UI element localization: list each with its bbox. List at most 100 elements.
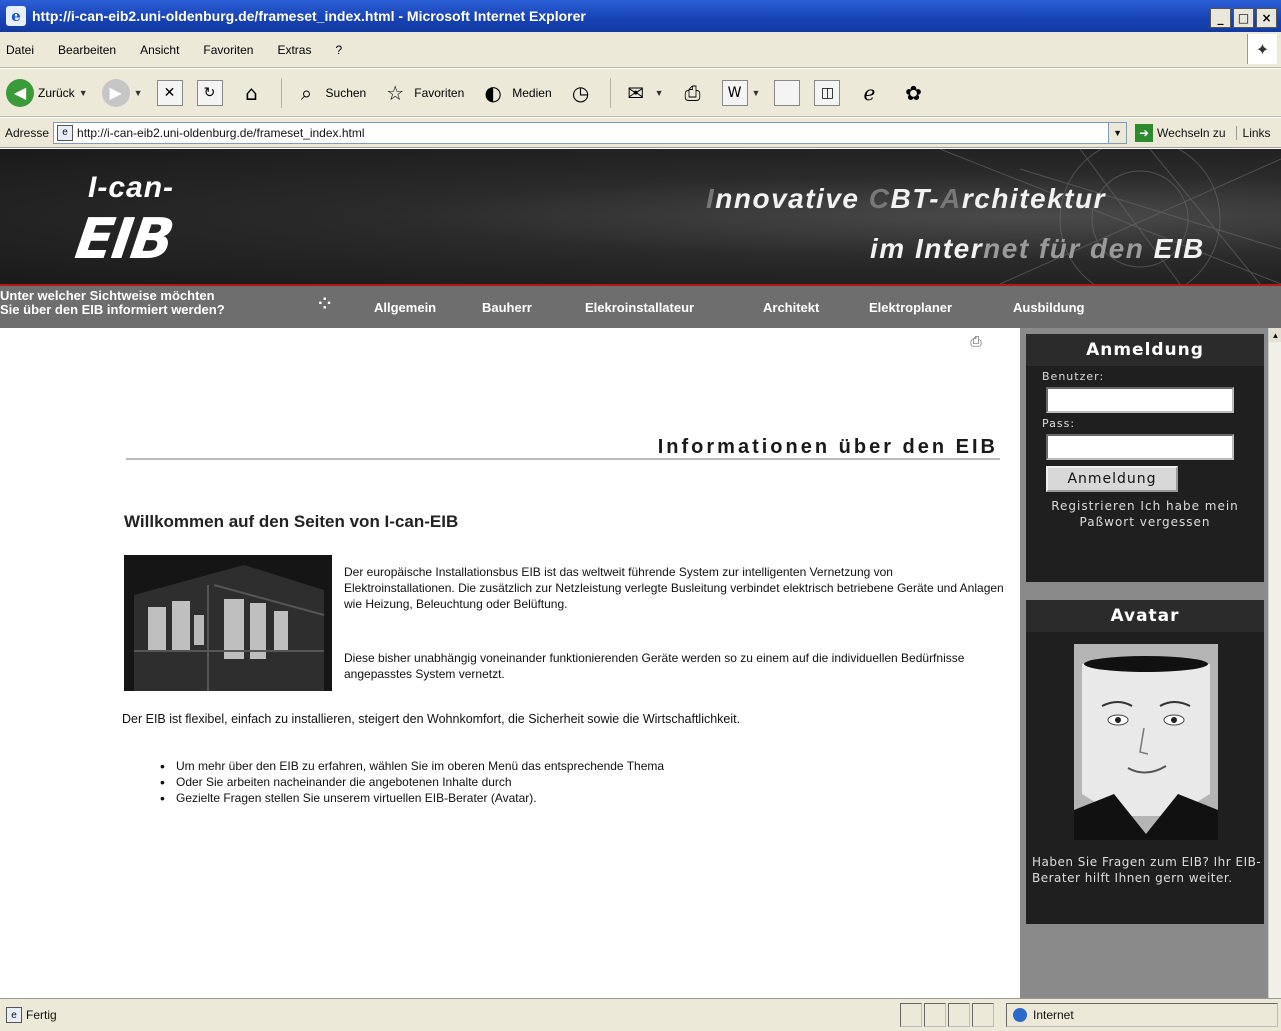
hint-list: Um mehr über den EIB zu erfahren, wählen… (160, 758, 664, 806)
vertical-scrollbar[interactable]: ▲ (1268, 328, 1281, 998)
address-label: Adresse (5, 125, 50, 140)
list-item: Um mehr über den EIB zu erfahren, wählen… (160, 758, 664, 774)
chevron-down-icon: ▼ (78, 87, 88, 98)
security-zone: Internet (1006, 1003, 1278, 1027)
nav-item-elektroplaner[interactable]: Elektroplaner (869, 300, 952, 315)
printer-icon: ⎙ (684, 80, 701, 105)
close-button[interactable]: × (1256, 8, 1277, 28)
gear-icon: ✿ (905, 80, 922, 105)
title-divider (126, 458, 1000, 460)
welcome-heading: Willkommen auf den Seiten von I-can-EIB (124, 512, 459, 531)
search-label: Suchen (325, 85, 367, 100)
go-arrow-icon: ➜ (1135, 123, 1154, 142)
window-titlebar: e http://i-can-eib2.uni-oldenburg.de/fra… (0, 0, 1281, 32)
tagline-part: BT- (890, 183, 941, 214)
forward-arrow-icon: ▶ (101, 78, 130, 107)
menu-bearbeiten[interactable]: Bearbeiten (58, 43, 116, 57)
site-navigation: Unter welcher Sichtweise möchten Sie übe… (0, 284, 1281, 328)
login-button[interactable]: Anmeldung (1046, 466, 1178, 492)
toolbar-separator (609, 77, 611, 108)
status-text: Fertig (26, 1008, 57, 1022)
nav-item-architekt[interactable]: Architekt (763, 300, 819, 315)
status-cell (924, 1003, 946, 1027)
address-url: http://i-can-eib2.uni-oldenburg.de/frame… (77, 125, 365, 140)
avatar-panel: Avatar Haben Sie Fragen zum EIB? Ihr EIB… (1026, 600, 1264, 924)
go-button[interactable]: ➜ Wechseln zu (1135, 123, 1226, 142)
nav-item-ausbildung[interactable]: Ausbildung (1013, 300, 1085, 315)
refresh-button[interactable]: ↻ (196, 79, 223, 106)
tagline-part: im Inter (870, 233, 984, 264)
media-label: Medien (512, 85, 552, 100)
browser-toolbar: ◀ Zurück ▼ ▶ ▼ ✕ ↻ ⌂ ⌕ Suchen ☆ Favorite… (0, 69, 1281, 117)
discuss-button[interactable] (774, 79, 801, 106)
avatar-face[interactable] (1074, 644, 1218, 840)
printer-icon[interactable]: ⎙ (966, 332, 986, 350)
edit-button[interactable]: W ▼ (721, 79, 761, 106)
username-label: Benutzer: (1042, 370, 1105, 383)
conservatory-illustration (124, 555, 332, 691)
menu-ansicht[interactable]: Ansicht (140, 43, 179, 57)
menu-extras[interactable]: Extras (277, 43, 311, 57)
zone-label: Internet (1033, 1008, 1074, 1022)
status-cells (900, 1003, 994, 1027)
logo-text-bottom: EIB (71, 207, 177, 272)
list-item: Oder Sie arbeiten nacheinander die angeb… (160, 774, 664, 790)
maximize-button[interactable]: □ (1233, 8, 1254, 28)
login-panel: Anmeldung Benutzer: Pass: Anmeldung Regi… (1026, 334, 1264, 582)
stop-icon: ✕ (156, 79, 183, 106)
ie-button[interactable]: ℯ (854, 78, 884, 108)
page-status-icon: e (6, 1007, 22, 1023)
messenger-button[interactable]: ◫ (814, 79, 841, 106)
list-item: Gezielte Fragen stellen Sie unserem virt… (160, 790, 664, 806)
blank-page-icon (774, 79, 801, 106)
messenger-icon: ◫ (814, 79, 841, 106)
avatar-prompt: Haben Sie Fragen zum EIB? Ihr EIB-Berate… (1032, 855, 1262, 885)
banner-tagline-2: im Internet für den EIB (870, 233, 1205, 265)
nav-item-bauherr[interactable]: Bauherr (482, 300, 532, 315)
benefits-paragraph: Der EIB ist flexibel, einfach zu install… (122, 712, 741, 726)
address-input[interactable]: e http://i-can-eib2.uni-oldenburg.de/fra… (53, 121, 1128, 144)
home-button[interactable]: ⌂ (237, 78, 267, 108)
scroll-up-icon[interactable]: ▲ (1269, 328, 1281, 342)
extension-button[interactable]: ✿ (898, 78, 928, 108)
go-label: Wechseln zu (1157, 125, 1226, 140)
favorites-button[interactable]: ☆ Favoriten (380, 78, 464, 108)
tagline-part: net für den (983, 233, 1154, 264)
status-bar: e Fertig Internet (0, 998, 1281, 1031)
status-cell (900, 1003, 922, 1027)
media-button[interactable]: ◐ Medien (478, 78, 552, 108)
links-button[interactable]: Links (1235, 125, 1271, 140)
print-button[interactable]: ⎙ (678, 78, 708, 108)
username-input[interactable] (1046, 387, 1234, 413)
search-button[interactable]: ⌕ Suchen (292, 78, 367, 108)
back-button[interactable]: ◀ Zurück ▼ (6, 78, 88, 107)
stop-button[interactable]: ✕ (156, 79, 183, 106)
nav-item-elekroinstallateur[interactable]: Elekroinstallateur (585, 300, 694, 315)
register-forgot-links[interactable]: Registrieren Ich habe mein Paßwort verge… (1026, 498, 1264, 530)
nav-question-line: Unter welcher Sichtweise möchten (0, 288, 215, 303)
tagline-part: rchitektur (961, 183, 1106, 214)
menu-datei[interactable]: Datei (6, 43, 34, 57)
chevron-down-icon: ▼ (751, 87, 761, 98)
minimize-button[interactable]: _ (1210, 8, 1231, 28)
window-title: http://i-can-eib2.uni-oldenburg.de/frame… (32, 8, 586, 24)
menu-help[interactable]: ? (335, 43, 342, 57)
menu-favoriten[interactable]: Favoriten (203, 43, 253, 57)
nav-question-line: Sie über den EIB informiert werden? (0, 302, 225, 317)
history-button[interactable]: ◷ (566, 78, 596, 108)
address-dropdown-chevron-icon[interactable]: ▼ (1108, 122, 1127, 143)
house-photo (124, 555, 332, 691)
windows-logo-icon: ✦ (1247, 34, 1277, 64)
password-input[interactable] (1046, 434, 1234, 460)
nav-item-allgemein[interactable]: Allgemein (374, 300, 436, 315)
status-cell (972, 1003, 994, 1027)
history-icon: ◷ (571, 80, 590, 105)
search-icon: ⌕ (300, 80, 313, 105)
forward-button[interactable]: ▶ ▼ (101, 78, 143, 107)
favorites-label: Favoriten (414, 85, 465, 100)
media-icon: ◐ (484, 80, 502, 105)
home-icon: ⌂ (245, 80, 258, 105)
page-title: Informationen über den EIB (657, 436, 998, 458)
tagline-part: nnovative (715, 183, 869, 214)
mail-button[interactable]: ✉ ▼ (621, 78, 663, 108)
